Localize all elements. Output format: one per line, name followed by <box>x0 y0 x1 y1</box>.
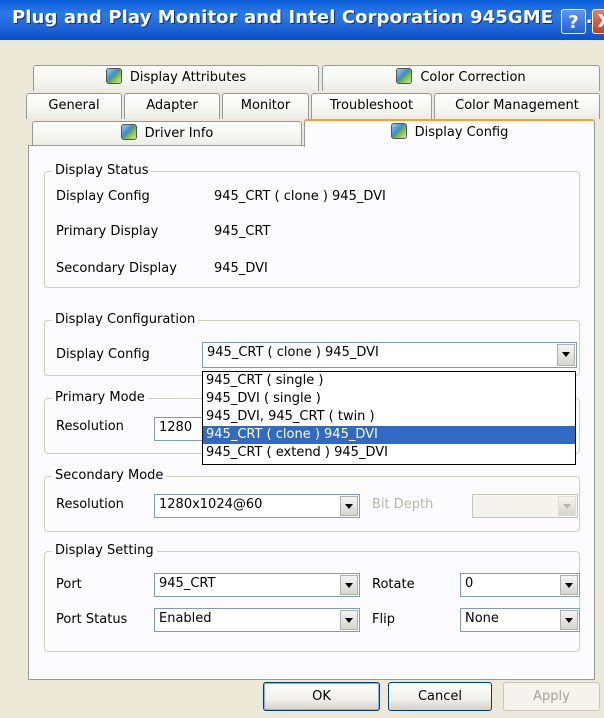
chevron-down-icon[interactable] <box>560 610 578 630</box>
tab-color-correction[interactable]: Color Correction <box>322 65 600 91</box>
display-props-icon <box>105 68 122 84</box>
group-title: Primary Mode <box>52 390 148 405</box>
help-button[interactable]: ? <box>561 9 586 34</box>
tab-troubleshoot[interactable]: Troubleshoot <box>311 93 432 119</box>
display-config-dropdown[interactable]: 945_CRT ( single ) 945_DVI ( single ) 94… <box>202 371 576 465</box>
status-value-display-config: 945_CRT ( clone ) 945_DVI <box>214 189 386 204</box>
bit-depth-select[interactable] <box>472 494 578 518</box>
display-props-icon <box>120 124 137 140</box>
display-config-value: 945_CRT ( clone ) 945_DVI <box>207 345 379 360</box>
status-label-primary-display: Primary Display <box>56 224 159 239</box>
port-status-value: Enabled <box>159 611 212 626</box>
port-value: 945_CRT <box>159 576 216 591</box>
tab-label: Troubleshoot <box>329 98 414 113</box>
rotate-label: Rotate <box>372 577 415 592</box>
dropdown-option[interactable]: 945_CRT ( single ) <box>203 372 575 390</box>
status-value-secondary-display: 945_DVI <box>214 261 268 276</box>
bit-depth-label: Bit Depth <box>372 497 434 512</box>
chevron-down-icon[interactable] <box>557 344 575 366</box>
tab-label: Driver Info <box>144 126 214 141</box>
chevron-down-icon[interactable] <box>340 610 358 630</box>
window-title: Plug and Play Monitor and Intel Corporat… <box>12 7 593 28</box>
tab-display-attributes[interactable]: Display Attributes <box>33 65 319 91</box>
display-props-icon <box>396 68 413 84</box>
dropdown-option[interactable]: 945_CRT ( extend ) 945_DVI <box>203 444 575 462</box>
group-title: Display Status <box>52 163 152 178</box>
apply-button[interactable]: Apply <box>503 682 600 711</box>
port-select[interactable]: 945_CRT <box>154 573 360 597</box>
dropdown-option-selected[interactable]: 945_CRT ( clone ) 945_DVI <box>203 426 575 444</box>
display-config-select[interactable]: 945_CRT ( clone ) 945_DVI <box>202 342 577 368</box>
chevron-down-icon[interactable] <box>340 575 358 595</box>
tab-monitor[interactable]: Monitor <box>222 93 309 119</box>
status-label-display-config: Display Config <box>56 189 150 204</box>
flip-value: None <box>465 611 499 626</box>
rotate-value: 0 <box>465 576 474 591</box>
port-status-label: Port Status <box>56 612 128 627</box>
tab-label: General <box>48 98 100 113</box>
secondary-resolution-label: Resolution <box>56 497 124 512</box>
primary-resolution-label: Resolution <box>56 419 124 434</box>
display-setting-group: Display Setting <box>44 543 580 652</box>
chevron-down-icon[interactable] <box>340 496 358 516</box>
tab-label: Color Management <box>455 98 579 113</box>
tab-display-config[interactable]: Display Config <box>304 119 595 147</box>
secondary-resolution-value: 1280x1024@60 <box>159 497 263 512</box>
flip-select[interactable]: None <box>460 608 580 632</box>
tab-label: Adapter <box>146 98 198 113</box>
status-value-primary-display: 945_CRT <box>214 224 271 239</box>
group-title: Display Configuration <box>52 312 199 327</box>
chevron-down-icon[interactable] <box>558 496 576 516</box>
secondary-resolution-select[interactable]: 1280x1024@60 <box>154 494 360 518</box>
group-title: Display Setting <box>52 543 157 558</box>
ok-button[interactable]: OK <box>263 682 380 711</box>
tab-general[interactable]: General <box>26 93 122 119</box>
rotate-select[interactable]: 0 <box>460 573 580 597</box>
group-title: Secondary Mode <box>52 468 167 483</box>
tab-adapter[interactable]: Adapter <box>124 93 220 119</box>
tab-color-management[interactable]: Color Management <box>434 93 600 119</box>
dropdown-option[interactable]: 945_DVI, 945_CRT ( twin ) <box>203 408 575 426</box>
tab-label: Display Attributes <box>129 70 247 85</box>
display-props-icon <box>390 123 407 139</box>
tab-driver-info[interactable]: Driver Info <box>32 121 302 146</box>
display-config-label: Display Config <box>56 347 150 362</box>
dropdown-option[interactable]: 945_DVI ( single ) <box>203 390 575 408</box>
close-button[interactable]: X <box>592 9 604 34</box>
flip-label: Flip <box>372 612 395 627</box>
tab-label: Display Config <box>414 125 509 140</box>
title-bar[interactable]: Plug and Play Monitor and Intel Corporat… <box>0 0 604 40</box>
tab-label: Color Correction <box>420 70 526 85</box>
primary-resolution-value: 1280 <box>159 420 193 435</box>
port-label: Port <box>56 577 82 592</box>
port-status-select[interactable]: Enabled <box>154 608 360 632</box>
chevron-down-icon[interactable] <box>560 575 578 595</box>
tab-label: Monitor <box>240 98 291 113</box>
status-label-secondary-display: Secondary Display <box>56 261 177 276</box>
cancel-button[interactable]: Cancel <box>388 682 492 711</box>
